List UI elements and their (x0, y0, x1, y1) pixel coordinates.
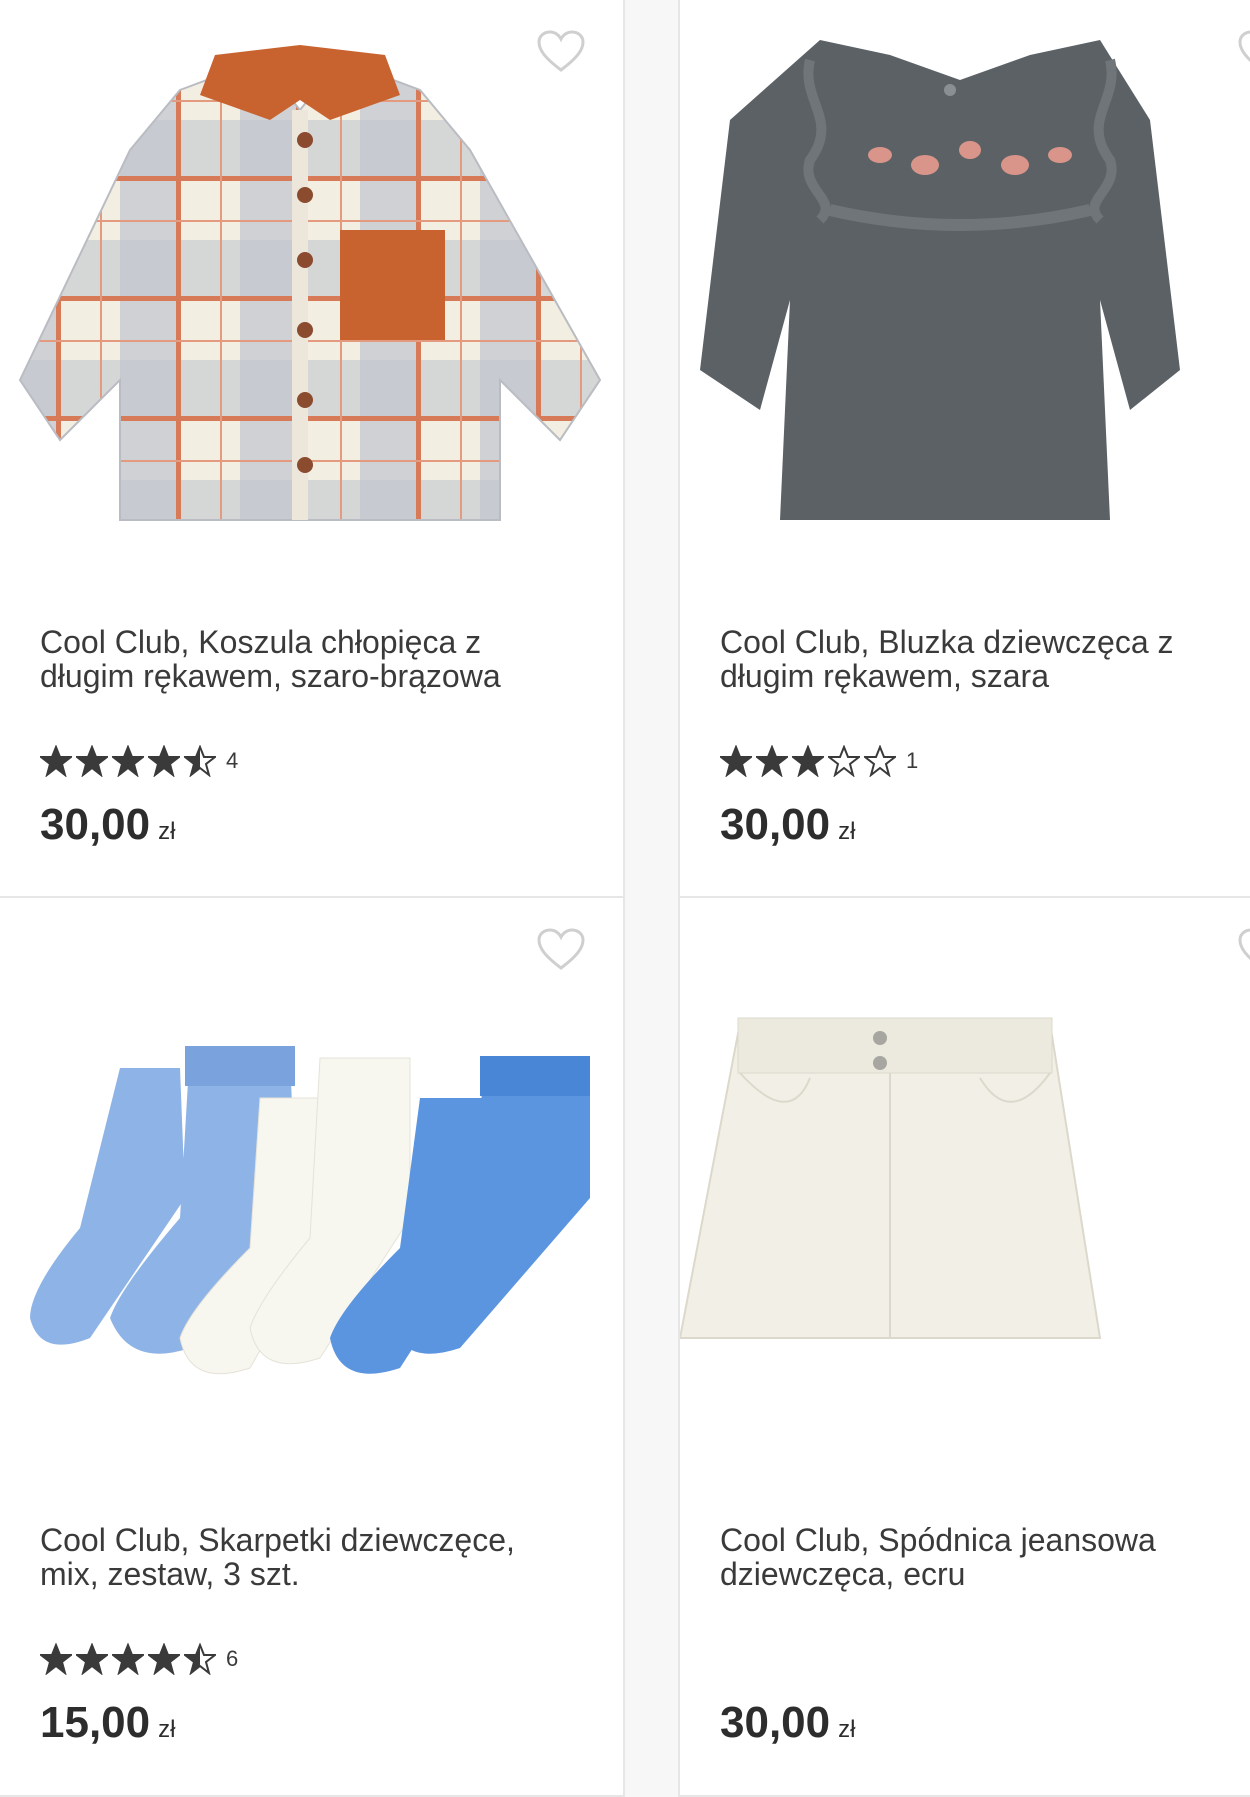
favorite-button[interactable] (1238, 928, 1250, 972)
star-icon (792, 745, 824, 777)
review-count: 6 (226, 1646, 239, 1671)
product-rating: 1 (720, 745, 918, 777)
price-currency: zł (158, 818, 176, 845)
star-icon (148, 745, 180, 777)
product-card[interactable]: Cool Club, Skarpetki dziewczęce, mix, ze… (0, 898, 625, 1797)
star-icon (184, 1643, 216, 1675)
product-rating: 4 (40, 745, 238, 777)
product-title[interactable]: Cool Club, Skarpetki dziewczęce, mix, ze… (40, 1523, 580, 1591)
star-icon (720, 745, 752, 777)
heart-outline-icon (1238, 928, 1250, 961)
price-currency: zł (158, 1716, 176, 1743)
star-icon (864, 745, 896, 777)
price-value: 30,00 (720, 1698, 831, 1747)
product-grid: Cool Club, Koszula chłopięca z długim rę… (0, 0, 1250, 1797)
heart-outline-icon (1238, 30, 1250, 63)
star-icon (112, 745, 144, 777)
product-price: 30,00 zł (720, 1698, 855, 1748)
star-icon (76, 1643, 108, 1675)
review-count: 4 (226, 748, 239, 773)
product-title[interactable]: Cool Club, Bluzka dziewczęca z długim rę… (720, 625, 1250, 693)
product-price: 30,00 zł (720, 800, 855, 850)
star-icon (112, 1643, 144, 1675)
product-image-socks-set[interactable] (0, 898, 623, 1508)
price-currency: zł (838, 1716, 856, 1743)
star-icon (148, 1643, 180, 1675)
price-value: 15,00 (40, 1698, 151, 1747)
product-price: 30,00 zł (40, 800, 175, 850)
star-icon (184, 745, 216, 777)
star-icon (40, 745, 72, 777)
product-title[interactable]: Cool Club, Spódnica jeansowa dziewczęca,… (720, 1523, 1250, 1591)
favorite-button[interactable] (537, 30, 585, 74)
price-currency: zł (838, 818, 856, 845)
star-icon (756, 745, 788, 777)
star-icon (76, 745, 108, 777)
favorite-button[interactable] (1238, 30, 1250, 74)
review-count: 1 (906, 748, 919, 773)
product-card[interactable]: Cool Club, Koszula chłopięca z długim rę… (0, 0, 625, 898)
heart-outline-icon (537, 30, 585, 72)
favorite-button[interactable] (537, 928, 585, 972)
heart-outline-icon (537, 928, 585, 970)
star-icon (40, 1643, 72, 1675)
product-price: 15,00 zł (40, 1698, 175, 1748)
price-value: 30,00 (40, 800, 151, 849)
product-image-ecru-skirt[interactable] (680, 898, 1250, 1508)
product-image-plaid-shirt[interactable] (0, 0, 623, 610)
grid-gutter (625, 0, 678, 1797)
product-title[interactable]: Cool Club, Koszula chłopięca z długim rę… (40, 625, 580, 693)
price-value: 30,00 (720, 800, 831, 849)
product-card[interactable]: Cool Club, Spódnica jeansowa dziewczęca,… (678, 898, 1250, 1797)
product-image-grey-blouse[interactable] (680, 0, 1250, 610)
star-icon (828, 745, 860, 777)
product-rating: 6 (40, 1643, 238, 1675)
product-card[interactable]: Cool Club, Bluzka dziewczęca z długim rę… (678, 0, 1250, 898)
